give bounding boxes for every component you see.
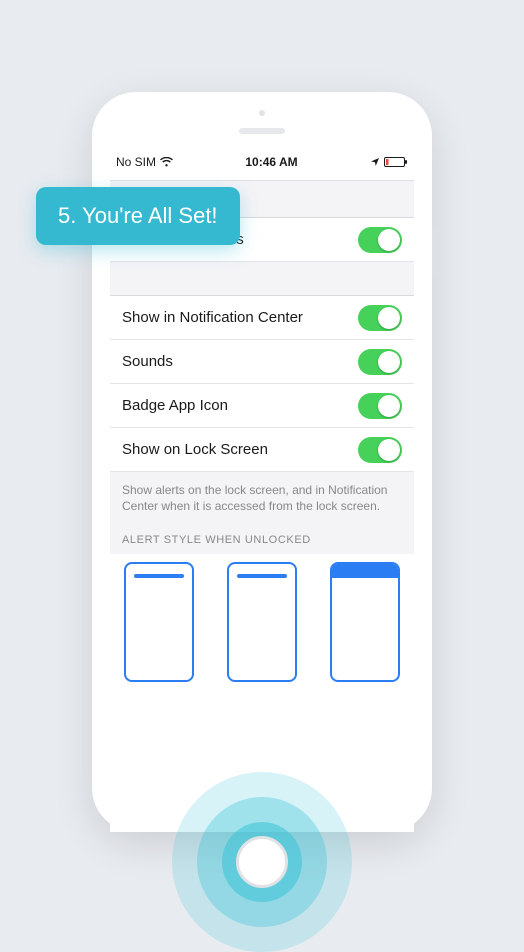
side-button xyxy=(432,228,436,276)
status-bar: No SIM 10:46 AM xyxy=(110,152,414,172)
callout-banner: 5. You're All Set! xyxy=(36,187,240,245)
toggle-allow-notifications[interactable] xyxy=(358,227,402,253)
section-footer-text: Show alerts on the lock screen, and in N… xyxy=(110,472,414,526)
row-label: Sounds xyxy=(122,353,173,370)
callout-text: 5. You're All Set! xyxy=(58,203,218,228)
screen: No SIM 10:46 AM Allow Notifications xyxy=(110,152,414,832)
location-icon xyxy=(370,157,380,167)
toggle-badge[interactable] xyxy=(358,393,402,419)
row-label: Show on Lock Screen xyxy=(122,441,268,458)
wifi-icon xyxy=(160,157,173,167)
row-sounds[interactable]: Sounds xyxy=(110,340,414,384)
section-header-alert-style: ALERT STYLE WHEN UNLOCKED xyxy=(110,526,414,554)
alert-style-row xyxy=(110,554,414,682)
toggle-notification-center[interactable] xyxy=(358,305,402,331)
row-badge[interactable]: Badge App Icon xyxy=(110,384,414,428)
camera-dot xyxy=(259,110,265,116)
row-lock-screen[interactable]: Show on Lock Screen xyxy=(110,428,414,472)
battery-icon xyxy=(384,156,408,168)
section-spacer xyxy=(110,262,414,296)
row-label: Show in Notification Center xyxy=(122,309,303,326)
row-label: Badge App Icon xyxy=(122,397,228,414)
carrier-label: No SIM xyxy=(116,155,156,169)
clock: 10:46 AM xyxy=(245,155,297,169)
alert-style-none[interactable] xyxy=(124,562,194,682)
toggle-lock-screen[interactable] xyxy=(358,437,402,463)
row-notification-center[interactable]: Show in Notification Center xyxy=(110,296,414,340)
toggle-sounds[interactable] xyxy=(358,349,402,375)
alert-style-alerts[interactable] xyxy=(330,562,400,682)
alert-style-banners[interactable] xyxy=(227,562,297,682)
speaker-slot xyxy=(239,128,285,134)
home-button[interactable] xyxy=(236,836,288,888)
